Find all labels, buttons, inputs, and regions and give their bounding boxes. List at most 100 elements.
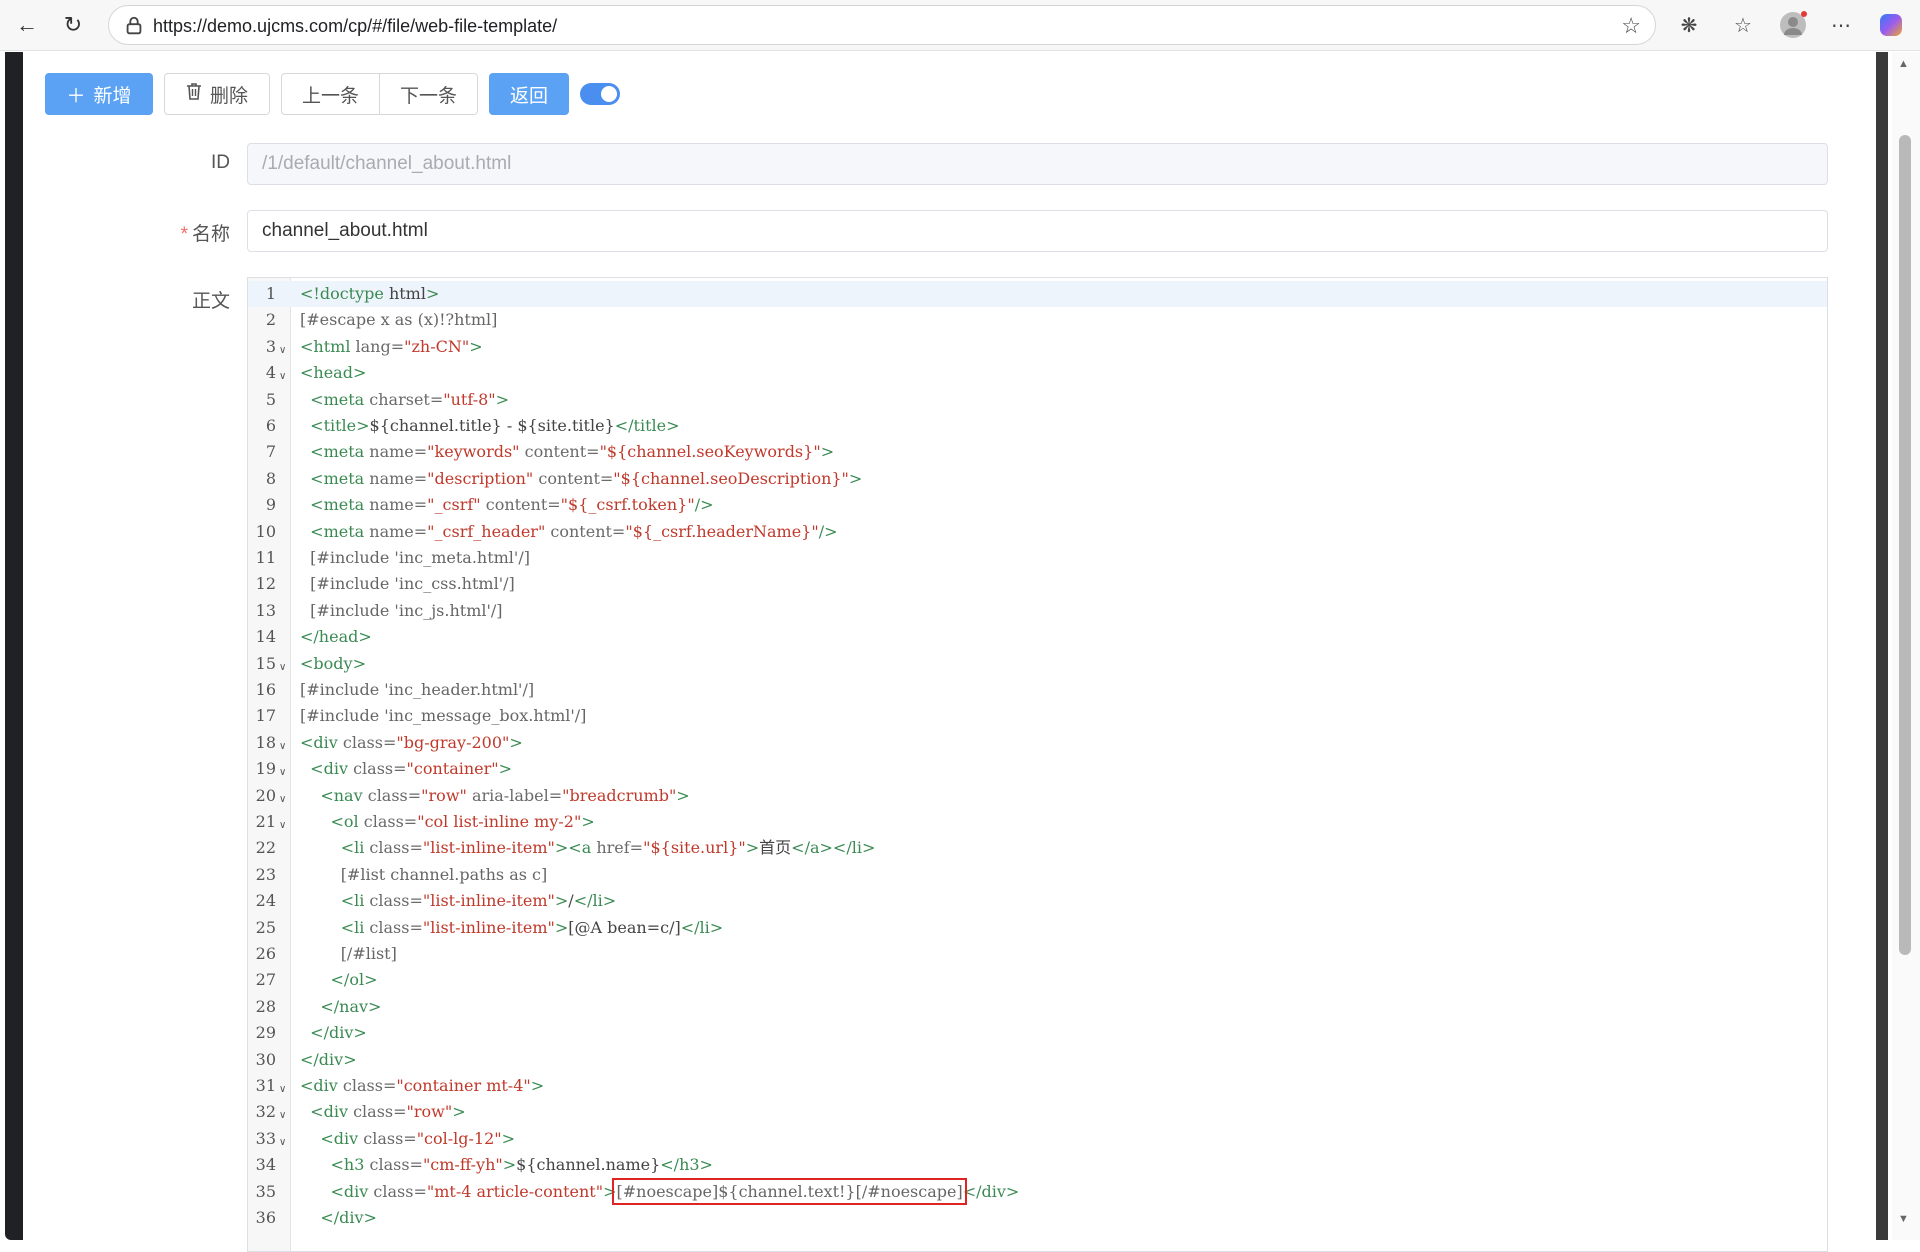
code-line[interactable]: 16 [#include 'inc_header.html'/] xyxy=(248,677,1827,703)
add-button[interactable]: ＋ 新增 xyxy=(45,73,153,115)
code-text: <div class="col-lg-12"> xyxy=(320,1128,516,1148)
code-text: [#include 'inc_meta.html'/] xyxy=(300,548,530,567)
id-label: ID xyxy=(211,152,230,173)
code-line[interactable]: 3 ∨ <html lang="zh-CN"> xyxy=(248,334,1827,360)
code-text: </head> xyxy=(300,627,372,647)
code-line[interactable]: 5 <meta charset="utf-8"> xyxy=(248,387,1827,413)
line-number: 4 xyxy=(265,363,276,383)
favorite-star-icon[interactable]: ☆ xyxy=(1621,13,1641,39)
line-number: 2 xyxy=(265,310,276,330)
code-text: <!doctype html> xyxy=(300,284,440,303)
id-field-value: /1/default/channel_about.html xyxy=(262,153,512,174)
line-number: 31 xyxy=(255,1076,276,1095)
line-number: 10 xyxy=(255,521,276,541)
reload-icon[interactable]: ↻ xyxy=(58,10,88,40)
back-arrow-icon[interactable]: ← xyxy=(12,10,42,40)
line-number: 28 xyxy=(255,996,276,1016)
code-line[interactable]: 10 <meta name="_csrf_header" content="${… xyxy=(248,519,1827,545)
address-bar[interactable]: https://demo.ujcms.com/cp/#/file/web-fil… xyxy=(108,5,1656,45)
code-line[interactable]: 34 <h3 class="cm-ff-yh">${channel.name}<… xyxy=(248,1152,1827,1178)
code-line[interactable]: 32 ∨ <div class="row"> xyxy=(248,1099,1827,1125)
prev-button[interactable]: 上一条 xyxy=(281,73,380,115)
line-number: 8 xyxy=(265,468,276,488)
code-text: <title>${channel.title} - ${site.title}<… xyxy=(310,416,680,435)
code-line[interactable]: 24 <li class="list-inline-item">/</li> xyxy=(248,888,1827,914)
code-line[interactable]: 25 <li class="list-inline-item">[@A bean… xyxy=(248,915,1827,941)
code-text: <div class="container mt-4"> xyxy=(300,1076,545,1095)
code-line[interactable]: 8 <meta name="description" content="${ch… xyxy=(248,466,1827,492)
delete-button[interactable]: 删除 xyxy=(164,73,270,115)
line-number: 21 xyxy=(255,812,276,831)
code-text: </div> xyxy=(300,1049,357,1069)
code-text: <li class="list-inline-item">/</li> xyxy=(340,891,617,911)
scrollbar-thumb[interactable] xyxy=(1899,135,1911,955)
code-line[interactable]: 11 [#include 'inc_meta.html'/] xyxy=(248,545,1827,571)
code-line[interactable]: 18 ∨ <div class="bg-gray-200"> xyxy=(248,730,1827,756)
code-text: </nav> xyxy=(320,996,382,1016)
next-button[interactable]: 下一条 xyxy=(379,73,478,115)
code-line[interactable]: 4 ∨ <head> xyxy=(248,360,1827,386)
code-line[interactable]: 2 [#escape x as (x)!?html] xyxy=(248,307,1827,333)
highlighted-code: [#noescape]${channel.text!}[/#noescape] xyxy=(612,1177,967,1205)
code-line[interactable]: 15 ∨ <body> xyxy=(248,651,1827,677)
favorites-icon[interactable]: ☆ xyxy=(1728,10,1758,40)
code-line[interactable]: 26 [/#list] xyxy=(248,941,1827,967)
line-number: 15 xyxy=(255,653,276,673)
code-line[interactable]: 12 [#include 'inc_css.html'/] xyxy=(248,571,1827,597)
code-line[interactable]: 6 <title>${channel.title} - ${site.title… xyxy=(248,413,1827,439)
code-line[interactable]: 33 ∨ <div class="col-lg-12"> xyxy=(248,1126,1827,1152)
line-number: 18 xyxy=(255,732,276,752)
line-number: 32 xyxy=(255,1102,276,1122)
line-number: 6 xyxy=(265,416,276,435)
copilot-icon[interactable] xyxy=(1876,10,1906,40)
extensions-icon[interactable]: ❋ xyxy=(1674,10,1704,40)
code-line[interactable]: 28 </nav> xyxy=(248,994,1827,1020)
body-label: 正文 xyxy=(191,291,230,312)
scroll-up-arrow-icon[interactable]: ▲ xyxy=(1898,58,1909,70)
code-text: [#include 'inc_js.html'/] xyxy=(300,600,503,620)
code-line[interactable]: 35 <div class="mt-4 article-content">[#n… xyxy=(248,1177,1827,1205)
trash-icon xyxy=(186,82,202,106)
code-line[interactable]: 19 ∨ <div class="container"> xyxy=(248,756,1827,782)
line-number: 25 xyxy=(255,917,276,937)
code-line[interactable]: 30 </div> xyxy=(248,1047,1827,1073)
code-text: <body> xyxy=(300,653,366,673)
code-line[interactable]: 36 </div> xyxy=(248,1205,1827,1231)
line-number: 13 xyxy=(255,600,276,620)
line-number: 3 xyxy=(265,336,276,356)
code-text: <html lang="zh-CN"> xyxy=(300,336,483,356)
code-line[interactable]: 9 <meta name="_csrf" content="${_csrf.to… xyxy=(248,492,1827,518)
code-line[interactable]: 31 ∨ <div class="container mt-4"> xyxy=(248,1073,1827,1099)
code-text: <nav class="row" aria-label="breadcrumb"… xyxy=(320,785,690,805)
name-field[interactable]: channel_about.html xyxy=(247,210,1828,252)
code-line[interactable]: 14 </head> xyxy=(248,624,1827,650)
code-line[interactable]: 23 [#list channel.paths as c] xyxy=(248,862,1827,888)
code-line[interactable]: 17 [#include 'inc_message_box.html'/] xyxy=(248,703,1827,729)
more-menu-icon[interactable]: ⋯ xyxy=(1826,10,1856,40)
code-text: <div class="mt-4 article-content">[#noes… xyxy=(330,1177,1020,1205)
code-line[interactable]: 21 ∨ <ol class="col list-inline my-2"> xyxy=(248,809,1827,835)
code-line[interactable]: 27 </ol> xyxy=(248,967,1827,993)
line-number: 1 xyxy=(265,284,276,303)
name-label: * 名称 xyxy=(180,224,230,245)
code-text: <h3 class="cm-ff-yh">${channel.name}</h3… xyxy=(330,1155,713,1175)
code-text: <li class="list-inline-item"><a href="${… xyxy=(340,838,876,858)
code-editor[interactable]: 1 <!doctype html> 2 [#escape x as (x)!?html… xyxy=(247,277,1828,1252)
profile-avatar-icon[interactable] xyxy=(1778,10,1808,40)
code-text: <meta charset="utf-8"> xyxy=(310,389,510,409)
code-line[interactable]: 13 [#include 'inc_js.html'/] xyxy=(248,598,1827,624)
code-line[interactable]: 7 <meta name="keywords" content="${chann… xyxy=(248,439,1827,465)
code-line[interactable]: 1 <!doctype html> xyxy=(248,281,1827,307)
line-number: 20 xyxy=(255,785,276,805)
code-text: <li class="list-inline-item">[@A bean=c/… xyxy=(340,917,724,937)
next-button-label: 下一条 xyxy=(399,85,457,107)
line-number: 33 xyxy=(255,1128,276,1148)
toggle-switch[interactable] xyxy=(580,83,620,105)
code-line[interactable]: 20 ∨ <nav class="row" aria-label="breadcr… xyxy=(248,783,1827,809)
line-number: 19 xyxy=(255,759,276,779)
plus-icon: ＋ xyxy=(66,85,86,107)
scroll-down-arrow-icon[interactable]: ▼ xyxy=(1898,1213,1909,1225)
code-line[interactable]: 22 <li class="list-inline-item"><a href=… xyxy=(248,835,1827,861)
back-button[interactable]: 返回 xyxy=(489,73,569,115)
code-line[interactable]: 29 </div> xyxy=(248,1020,1827,1046)
